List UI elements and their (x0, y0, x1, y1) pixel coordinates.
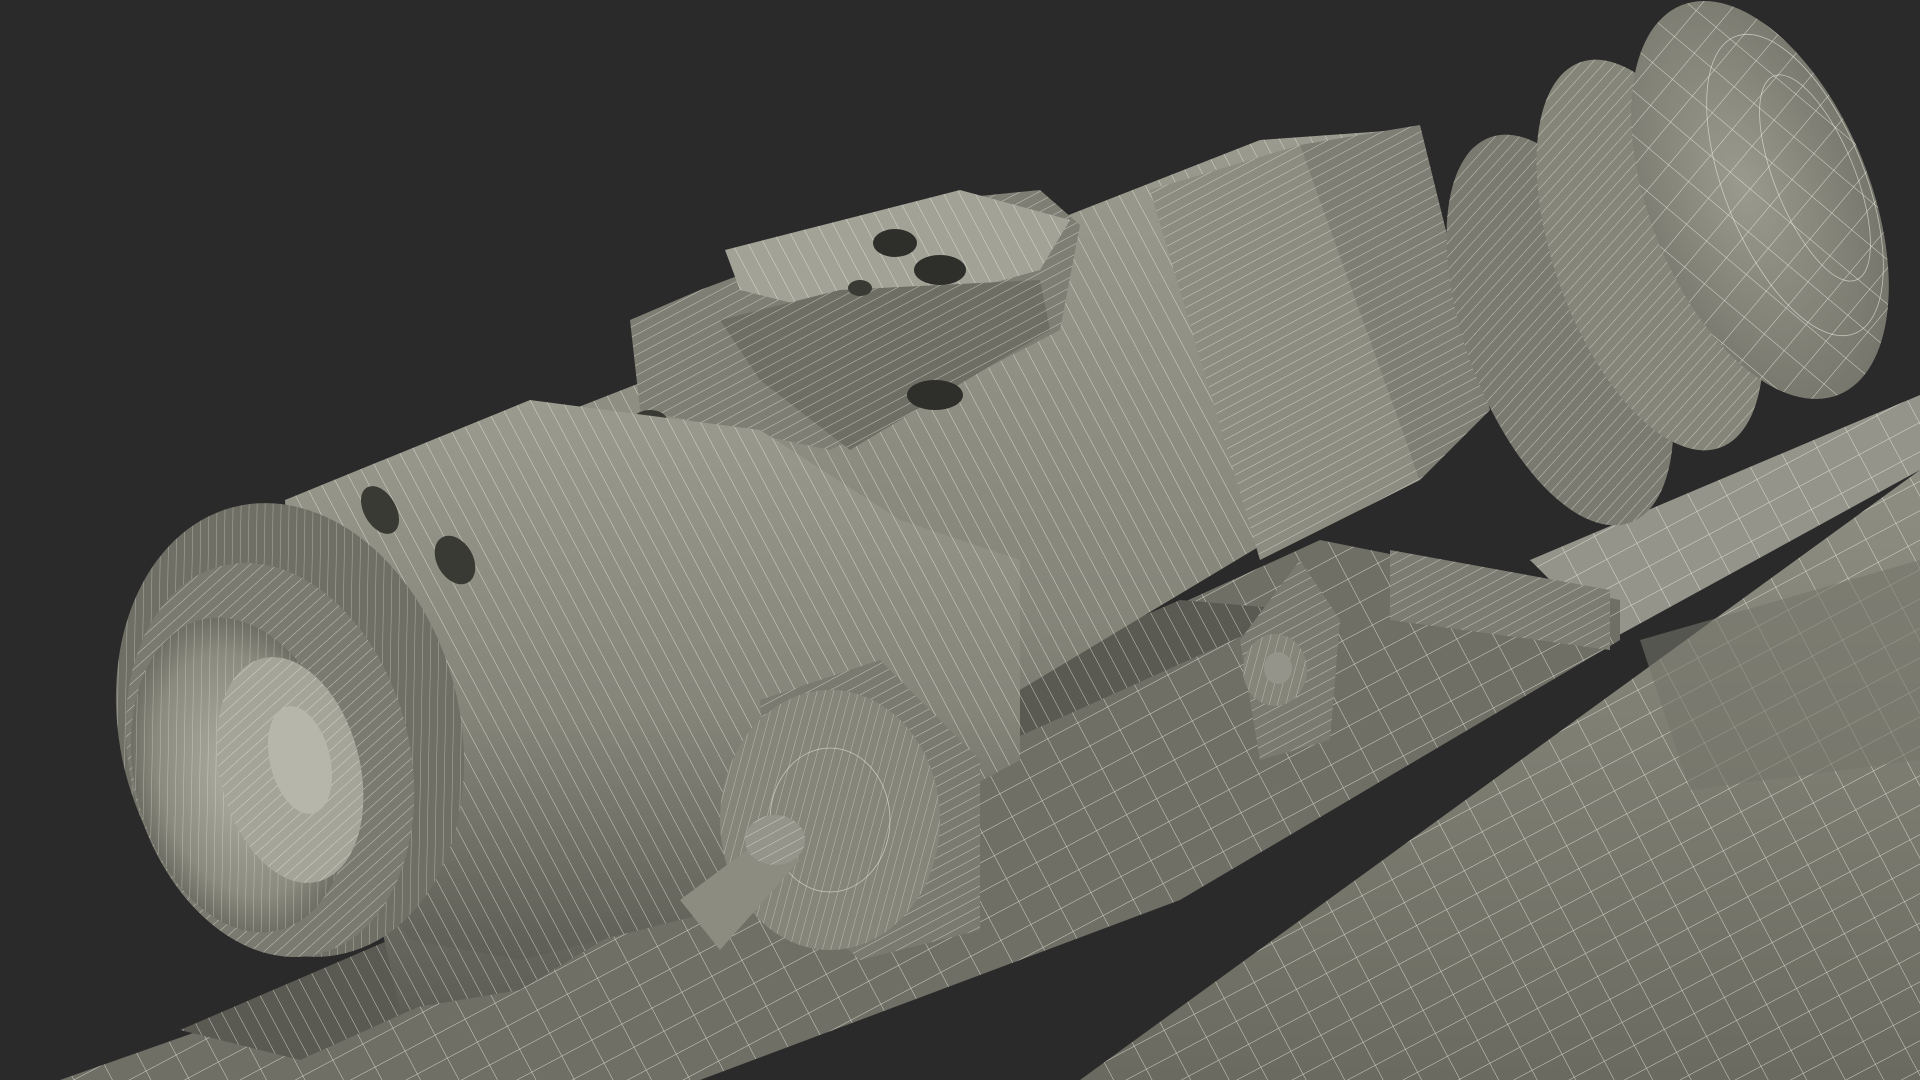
mount-screw-hole-1 (873, 229, 917, 257)
mount-screw-hole-3 (848, 280, 872, 296)
render-viewport (0, 0, 1920, 1080)
mount-slot (907, 380, 963, 410)
mount-screw-hole-2 (914, 255, 966, 285)
wireframe-render (0, 0, 1920, 1080)
